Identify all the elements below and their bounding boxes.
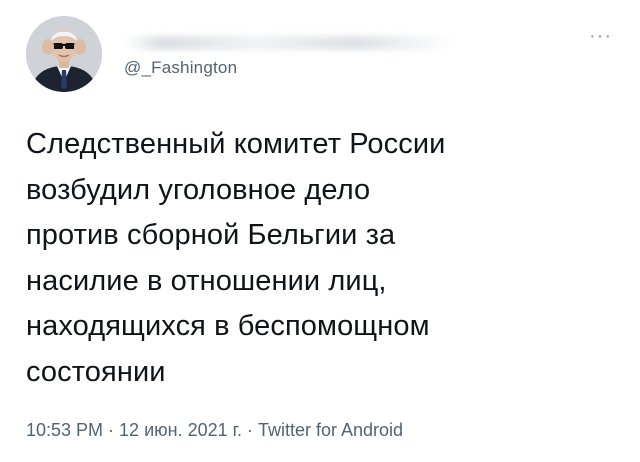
avatar-photo bbox=[26, 16, 102, 92]
tweet-source[interactable]: Twitter for Android bbox=[258, 420, 403, 441]
tweet-card: @_Fashington ··· Следственный комитет Ро… bbox=[0, 0, 640, 462]
tweet-text: Следственный комитет России возбудил уго… bbox=[26, 128, 446, 388]
more-options-icon[interactable]: ··· bbox=[589, 26, 612, 46]
tweet-header: @_Fashington ··· bbox=[26, 16, 616, 96]
display-name-redacted bbox=[124, 36, 454, 50]
avatar[interactable] bbox=[26, 16, 102, 92]
user-handle[interactable]: @_Fashington bbox=[124, 58, 237, 78]
tweet-time[interactable]: 10:53 PM bbox=[26, 420, 103, 441]
separator: · bbox=[108, 420, 115, 440]
separator: · bbox=[246, 420, 253, 440]
tweet-meta: 10:53 PM · 12 июн. 2021 г. · Twitter for And… bbox=[26, 420, 403, 441]
tweet-date[interactable]: 12 июн. 2021 г. bbox=[119, 420, 242, 441]
